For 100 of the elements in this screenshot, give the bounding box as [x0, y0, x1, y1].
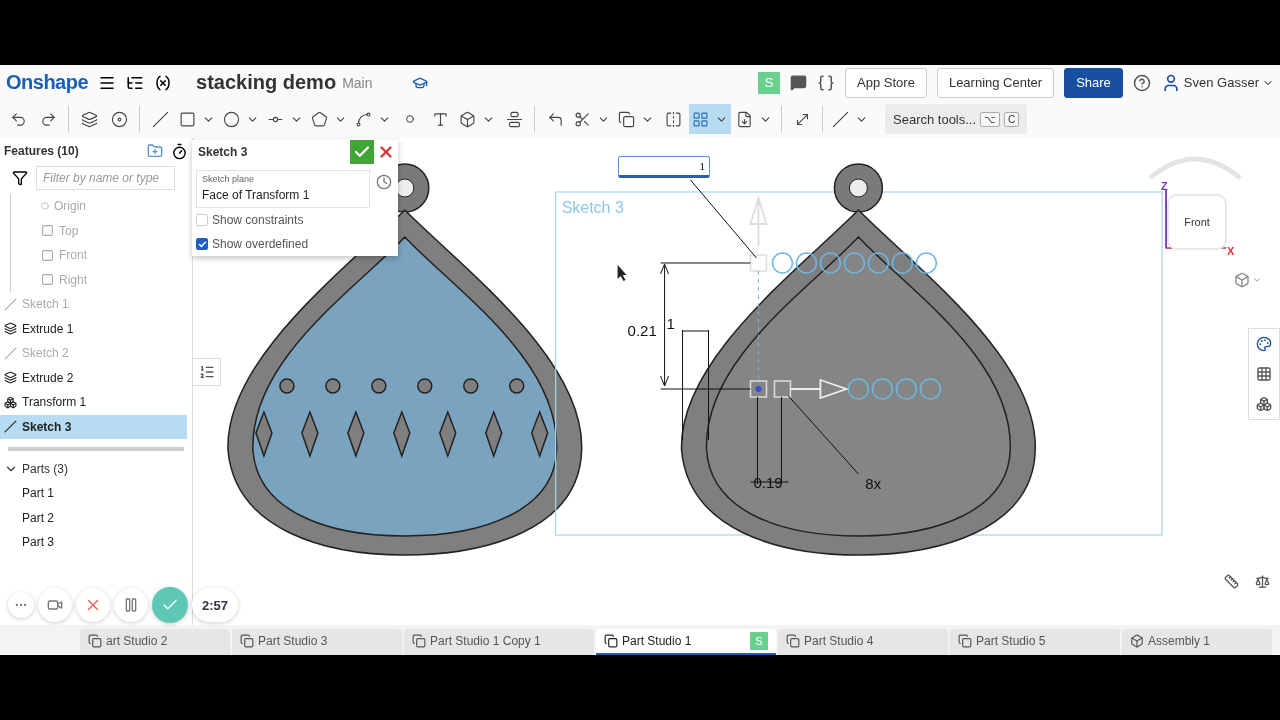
import-icon — [736, 110, 753, 128]
accept-button[interactable] — [350, 140, 374, 164]
filter-field[interactable]: Filter by name or type — [36, 166, 175, 190]
shortcut-key: ⌥ — [980, 111, 1001, 127]
pause-button[interactable] — [114, 588, 148, 622]
filter-icon[interactable] — [12, 170, 28, 186]
feature-item[interactable]: Transform 1 — [0, 390, 187, 415]
user-name[interactable]: Sven Gasser — [1183, 75, 1259, 90]
scissors-icon — [574, 110, 591, 128]
part-studio-icon — [88, 634, 102, 648]
document-tab[interactable]: Part Studio 3 — [232, 629, 402, 655]
view-mode-button[interactable] — [1234, 272, 1262, 288]
text-icon — [431, 110, 449, 128]
option-checkbox[interactable]: Show constraints — [192, 208, 398, 232]
header-button[interactable]: App Store — [845, 67, 927, 98]
close-button[interactable] — [374, 140, 398, 164]
dimension-label[interactable]: 8x — [865, 475, 882, 492]
extrude-icon — [4, 371, 17, 385]
dialog-title: Sketch 3 — [197, 145, 249, 159]
braces-icon[interactable] — [817, 73, 836, 92]
recording-timer: 2:57 — [192, 588, 239, 622]
caret-icon — [1252, 275, 1262, 285]
line-icon — [151, 110, 169, 128]
document-tab[interactable]: Assembly 1 — [1122, 629, 1272, 655]
x-axis-label: X — [1227, 245, 1235, 257]
user-badge: S — [758, 71, 781, 94]
user-badge: S — [750, 632, 768, 650]
palette-icon — [1256, 336, 1272, 352]
part-item[interactable]: Part 1 — [0, 481, 192, 506]
shortcut-key: C — [1004, 111, 1020, 127]
dimension-label[interactable]: 0.21 — [627, 322, 657, 339]
feature-list-button[interactable] — [193, 358, 221, 386]
document-tab[interactable]: Part Studio 1 S — [596, 629, 776, 655]
grid-icon — [692, 110, 709, 128]
part-item[interactable]: Part 3 — [0, 530, 192, 555]
cube-icon — [1234, 272, 1250, 288]
sketch-label: Sketch 3 — [561, 199, 624, 216]
close-icon — [377, 143, 395, 161]
document-tab[interactable]: Part Studio 4 — [778, 629, 948, 655]
origin-icon — [41, 202, 49, 211]
plane-icon — [41, 273, 54, 287]
circle-icon — [223, 110, 240, 128]
panel-title: Features (10) — [4, 144, 80, 158]
part-studio-icon — [958, 634, 972, 648]
grid-icon — [1256, 366, 1272, 382]
option-checkbox[interactable]: Show overdefined — [192, 232, 398, 256]
feature-item[interactable]: Extrude 1 — [0, 316, 187, 341]
branch-label: Main — [342, 74, 373, 91]
part-studio-icon — [240, 634, 254, 648]
document-tab[interactable]: Part Studio 5 — [950, 629, 1120, 655]
sketch-plane-field[interactable]: Sketch plane Face of Transform 1 — [196, 170, 370, 208]
ruler-icon[interactable] — [1224, 574, 1239, 589]
document-title: stacking demo — [196, 71, 337, 94]
polygon-icon — [311, 110, 328, 128]
pause-icon — [123, 597, 139, 613]
camera-icon — [47, 597, 63, 613]
list-icon — [198, 364, 215, 380]
boxes-icon — [1256, 396, 1272, 412]
transform-icon — [4, 395, 17, 409]
help-icon[interactable] — [1132, 73, 1151, 92]
plane-icon — [41, 224, 54, 238]
pointer-icon — [617, 265, 627, 281]
comment-icon[interactable] — [790, 74, 808, 91]
rectangle-icon — [179, 110, 196, 128]
variable-icon[interactable] — [154, 73, 173, 92]
point-icon — [406, 115, 414, 123]
part-item[interactable]: Part 2 — [0, 505, 192, 530]
box-icon — [459, 110, 476, 128]
z-axis-label: Z — [1161, 180, 1168, 192]
document-tab[interactable]: art Studio 2 — [80, 629, 230, 655]
dimension-label[interactable]: 1 — [666, 315, 675, 332]
camera-button[interactable] — [38, 588, 72, 622]
mirror-icon — [664, 110, 682, 128]
document-tab[interactable]: Part Studio 1 Copy 1 — [404, 629, 594, 655]
extrude-icon — [4, 322, 17, 336]
scale-icon[interactable] — [1255, 574, 1270, 589]
check-icon — [197, 239, 207, 249]
app-logo[interactable]: Onshape — [6, 71, 89, 94]
feature-item[interactable]: Sketch 3 — [0, 414, 187, 439]
share-button[interactable]: Share — [1064, 67, 1123, 98]
plane-icon — [41, 248, 54, 262]
view-cube[interactable]: Front — [1167, 194, 1227, 250]
extrude-icon — [80, 110, 98, 128]
spline-icon — [355, 110, 372, 128]
clock-icon[interactable] — [376, 174, 392, 190]
search-tools-field[interactable]: Search tools... ⌥ C — [885, 104, 1028, 134]
assembly-icon — [1130, 634, 1144, 648]
redo-icon — [39, 110, 57, 128]
undo-icon — [9, 110, 27, 128]
part-studio-icon — [412, 634, 426, 648]
feature-item[interactable]: Extrude 2 — [0, 365, 187, 390]
dimension-input[interactable]: 1 — [618, 156, 710, 178]
header-button[interactable]: Learning Center — [936, 67, 1055, 98]
align-icon — [505, 110, 523, 128]
revolve-icon — [110, 110, 128, 128]
part-studio-icon — [786, 634, 800, 648]
timer-icon[interactable] — [171, 142, 188, 160]
folder-plus-icon[interactable] — [147, 143, 163, 159]
parts-title: Parts (3) — [22, 462, 68, 476]
part-studio-icon — [604, 634, 618, 648]
